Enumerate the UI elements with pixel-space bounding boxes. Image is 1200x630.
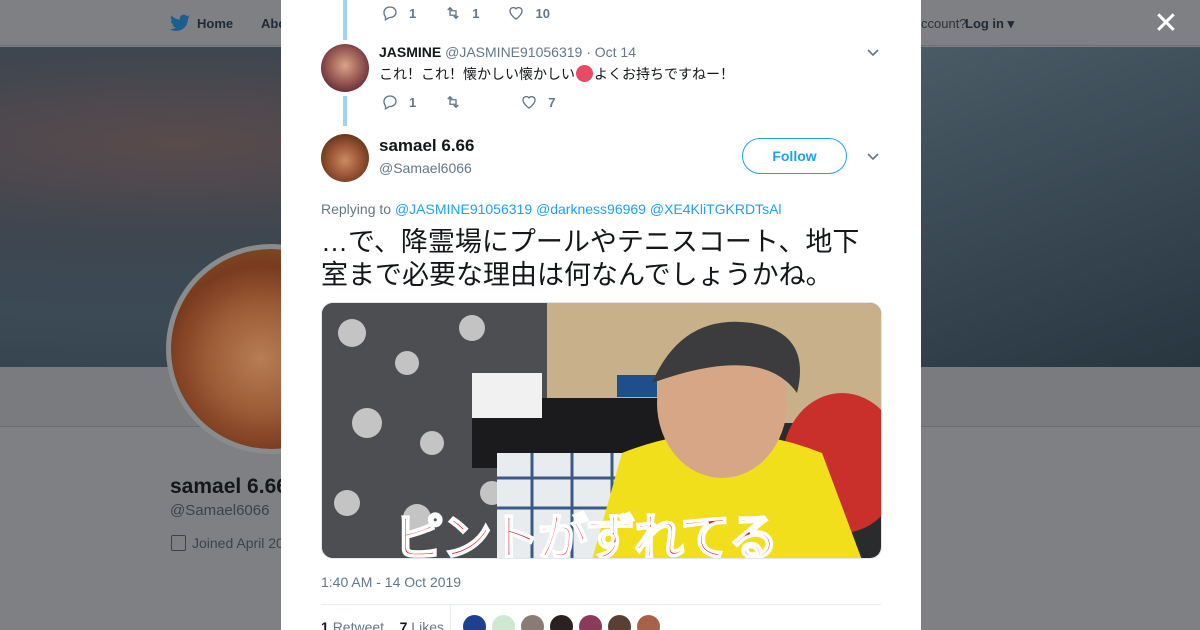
avatar[interactable] [491,614,516,630]
retweet-icon [447,6,459,20]
face-emoji-icon [576,65,593,82]
retweet-icon [447,95,459,109]
retweet-button[interactable] [444,93,472,111]
tweet-media-image[interactable]: ピントがずれてる [321,302,882,559]
twitter-bird-icon[interactable] [170,14,190,32]
chevron-down-icon[interactable] [866,150,880,164]
banner-right-section [920,47,1200,367]
chevron-down-icon[interactable] [866,46,880,60]
like-count[interactable]: 7 Likes [400,619,444,630]
like-button[interactable]: 10 [507,4,550,22]
thread-connector-line [343,96,347,126]
avatar[interactable] [549,614,574,630]
profile-joined-date: Joined April 20 [192,535,284,551]
liker-avatars [462,614,665,630]
login-link[interactable]: Log in ▾ [965,16,1014,32]
reply-button[interactable]: 1 [381,93,416,111]
reply-icon [383,95,397,110]
avatar[interactable] [321,44,369,92]
follow-button[interactable]: Follow [742,138,847,174]
author-name[interactable]: samael 6.66 [379,136,474,156]
avatar[interactable] [636,614,661,630]
mention-link[interactable]: @JASMINE91056319 [395,201,532,217]
tweet-permalink-modal: 1 1 10 JASMINE @JASMINE91056319 · Oct 14… [281,0,921,630]
tweet-text: …で、降霊場にプールやテニスコート、地下 室まで必要な理由は何なんでしょうかね。 [321,227,860,290]
heart-icon [509,6,524,20]
tweet-stats: 1 Retweet 7 Likes [321,619,444,630]
replying-to-line: Replying to @JASMINE91056319 @darkness96… [321,201,782,217]
thread-connector-line [343,0,347,40]
reply-tweet-text: これ！これ！懐かしい懐かしい よくお持ちですねー！ [379,65,734,82]
like-button[interactable]: 7 [520,93,555,111]
tweet-timestamp[interactable]: 1:40 AM - 14 Oct 2019 [321,574,461,590]
retweet-button[interactable]: 1 [444,4,479,22]
image-caption-text: ピントがずれてる [393,508,779,559]
avatar[interactable] [321,134,369,182]
calendar-icon [171,535,186,551]
reply-tweet-header: JASMINE @JASMINE91056319 · Oct 14 [379,44,637,60]
heart-icon [522,95,536,109]
reply-date[interactable]: Oct 14 [595,44,636,60]
profile-handle: @Samael6066 [170,502,270,519]
avatar[interactable] [607,614,632,630]
avatar[interactable] [578,614,603,630]
author-handle[interactable]: @Samael6066 [379,160,472,176]
mention-link[interactable]: @XE4KliTGKRDTsAl [650,201,782,217]
retweet-count[interactable]: 1 Retweet [321,619,384,630]
divider [450,605,451,630]
nav-home-link[interactable]: Home [197,16,233,31]
previous-tweet-actions: 1 1 10 [381,4,578,22]
have-account-text: ccount? [921,16,967,31]
reply-icon [383,6,397,21]
profile-name: samael 6.66 [170,475,288,498]
reply-tweet-actions: 1 7 [381,93,583,111]
close-icon[interactable]: ✕ [1150,8,1182,40]
avatar[interactable] [520,614,545,630]
reply-button[interactable]: 1 [381,4,416,22]
divider [321,604,881,605]
avatar[interactable] [462,614,487,630]
reply-author-handle[interactable]: @JASMINE91056319 [445,44,582,60]
mention-link[interactable]: @darkness96969 [536,201,646,217]
reply-author-name[interactable]: JASMINE [379,44,441,60]
